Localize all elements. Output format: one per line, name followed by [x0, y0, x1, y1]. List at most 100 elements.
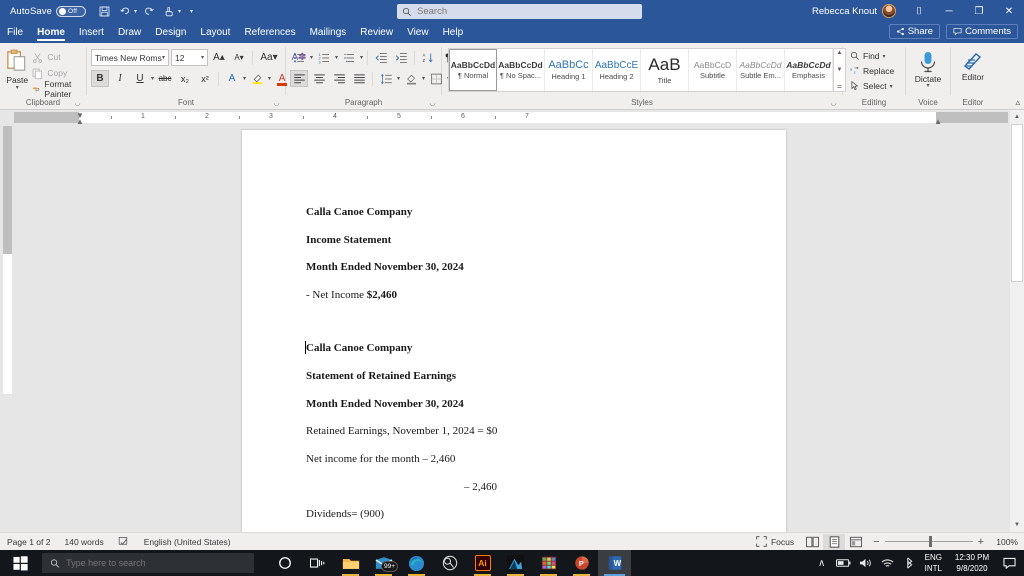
close-button[interactable]: ✕	[994, 0, 1024, 22]
taskbar-search-input[interactable]	[66, 558, 246, 568]
bullets-icon[interactable]	[290, 49, 308, 66]
multilevel-dropdown-icon[interactable]: ▾	[360, 54, 363, 61]
align-center-icon[interactable]	[310, 70, 328, 87]
font-dialog-launcher-icon[interactable]: ◡	[272, 98, 281, 109]
zoom-slider[interactable]: − +	[867, 536, 990, 548]
font-size-dropdown-icon[interactable]: ▾	[201, 54, 204, 61]
share-button[interactable]: Share	[888, 24, 941, 39]
restore-button[interactable]: ❐	[964, 0, 994, 22]
powerpoint-icon[interactable]: P	[565, 550, 598, 576]
tab-design[interactable]: Design	[148, 22, 193, 43]
document-text-area[interactable]: Calla Canoe Company Income Statement Mon…	[242, 130, 786, 549]
tab-references[interactable]: References	[237, 22, 302, 43]
show-hidden-icons-icon[interactable]: ∧	[811, 550, 833, 576]
proofing-status-icon[interactable]	[111, 533, 137, 551]
page-indicator[interactable]: Page 1 of 2	[0, 533, 57, 551]
strikethrough-button[interactable]: abc	[156, 70, 174, 87]
undo-icon[interactable]	[116, 3, 133, 20]
tab-layout[interactable]: Layout	[193, 22, 237, 43]
scroll-up-icon[interactable]: ▲	[1010, 110, 1024, 124]
style-title[interactable]: AaB Title	[641, 49, 689, 91]
line-spacing-dropdown-icon[interactable]: ▾	[397, 75, 400, 82]
autosave-switch[interactable]: Off	[56, 5, 86, 17]
zoom-level[interactable]: 100%	[990, 537, 1018, 547]
undo-dropdown-icon[interactable]: ▾	[134, 8, 137, 15]
tab-view[interactable]: View	[400, 22, 436, 43]
zoom-out-button[interactable]: −	[873, 536, 879, 548]
styles-scroll-up-icon[interactable]: ▲	[837, 50, 843, 56]
align-right-icon[interactable]	[330, 70, 348, 87]
increase-indent-icon[interactable]	[392, 49, 410, 66]
text-highlight-icon[interactable]	[248, 70, 266, 87]
search-input[interactable]	[417, 6, 637, 17]
horizontal-ruler[interactable]: 1 2 3 4 5 6 7 ▼ ▲ ▲	[14, 110, 1008, 126]
clipboard-dialog-launcher-icon[interactable]: ◡	[73, 98, 82, 109]
comments-button[interactable]: Comments	[946, 24, 1018, 39]
document-page[interactable]: Calla Canoe Company Income Statement Mon…	[242, 130, 786, 576]
task-view-icon[interactable]	[301, 550, 334, 576]
right-indent-marker[interactable]: ▲	[934, 117, 942, 126]
touch-mouse-mode-icon[interactable]	[160, 3, 177, 20]
zoom-thumb[interactable]	[928, 536, 932, 547]
multilevel-list-icon[interactable]	[340, 49, 358, 66]
autosave-toggle[interactable]: AutoSave Off	[10, 5, 86, 17]
ribbon-display-options-icon[interactable]: ⌷	[904, 0, 934, 22]
styles-more-icon[interactable]: ⚌	[837, 83, 842, 90]
style-heading-2[interactable]: AaBbCcE Heading 2	[593, 49, 641, 91]
numbering-icon[interactable]: 123	[315, 49, 333, 66]
tab-file[interactable]: File	[0, 22, 30, 43]
style-normal[interactable]: AaBbCcDd ¶ Normal	[449, 49, 497, 91]
tab-insert[interactable]: Insert	[72, 22, 111, 43]
microsoft-edge-icon[interactable]	[400, 550, 433, 576]
numbering-dropdown-icon[interactable]: ▾	[335, 54, 338, 61]
tab-draw[interactable]: Draw	[111, 22, 148, 43]
highlight-dropdown-icon[interactable]: ▾	[268, 75, 271, 82]
font-name-combo[interactable]: Times New Roms ▾	[91, 49, 169, 66]
hanging-indent-marker[interactable]: ▲	[76, 117, 84, 126]
paste-dropdown-icon[interactable]: ▾	[16, 85, 19, 91]
tab-review[interactable]: Review	[353, 22, 400, 43]
paragraph-dialog-launcher-icon[interactable]: ◡	[428, 98, 437, 109]
select-button[interactable]: Select ▾	[847, 79, 897, 93]
dictate-button[interactable]: Dictate ▾	[910, 47, 946, 89]
font-size-combo[interactable]: 12 ▾	[171, 49, 208, 66]
bluetooth-icon[interactable]	[899, 550, 921, 576]
bold-button[interactable]: B	[91, 70, 109, 87]
font-name-dropdown-icon[interactable]: ▾	[162, 54, 165, 61]
paragraph-statement-retained-earnings[interactable]: Statement of Retained Earnings	[306, 370, 738, 383]
find-dropdown-icon[interactable]: ▾	[883, 53, 886, 60]
select-dropdown-icon[interactable]: ▾	[890, 83, 893, 90]
subscript-button[interactable]: x₂	[176, 70, 194, 87]
find-button[interactable]: Find ▾	[847, 49, 897, 63]
tab-home[interactable]: Home	[30, 22, 72, 43]
change-case-icon[interactable]: Aa▾	[257, 49, 281, 66]
copy-button[interactable]: Copy	[30, 66, 82, 80]
action-center-icon[interactable]	[998, 550, 1020, 576]
wifi-icon[interactable]	[877, 550, 899, 576]
paragraph-company-name-2[interactable]: Calla Canoe Company	[304, 341, 738, 355]
krita-icon[interactable]	[499, 550, 532, 576]
scrollbar-thumb[interactable]	[1011, 124, 1023, 282]
paragraph-income-statement[interactable]: Income Statement	[306, 234, 738, 247]
text-effects-icon[interactable]: A	[223, 70, 241, 87]
paragraph-company-name-1[interactable]: Calla Canoe Company	[306, 206, 738, 219]
dictate-dropdown-icon[interactable]: ▾	[926, 83, 929, 89]
clock[interactable]: 12:30 PM 9/8/2020	[946, 552, 998, 574]
scroll-down-icon[interactable]: ▼	[1010, 518, 1024, 532]
avatar[interactable]	[882, 4, 896, 18]
winrar-icon[interactable]	[532, 550, 565, 576]
line-spacing-icon[interactable]	[377, 70, 395, 87]
zoom-in-button[interactable]: +	[978, 536, 984, 548]
styles-dialog-launcher-icon[interactable]: ◡	[829, 98, 838, 109]
mail-icon[interactable]: 99+	[367, 550, 400, 576]
grow-font-icon[interactable]: A▴	[210, 49, 228, 66]
underline-dropdown-icon[interactable]: ▾	[151, 75, 154, 82]
decrease-indent-icon[interactable]	[372, 49, 390, 66]
web-layout-icon[interactable]	[845, 534, 867, 550]
justify-icon[interactable]	[350, 70, 368, 87]
paragraph-blank[interactable]	[306, 317, 738, 328]
file-explorer-icon[interactable]	[334, 550, 367, 576]
focus-mode-button[interactable]: Focus	[749, 533, 801, 551]
align-left-icon[interactable]	[290, 70, 308, 87]
volume-icon[interactable]	[855, 550, 877, 576]
